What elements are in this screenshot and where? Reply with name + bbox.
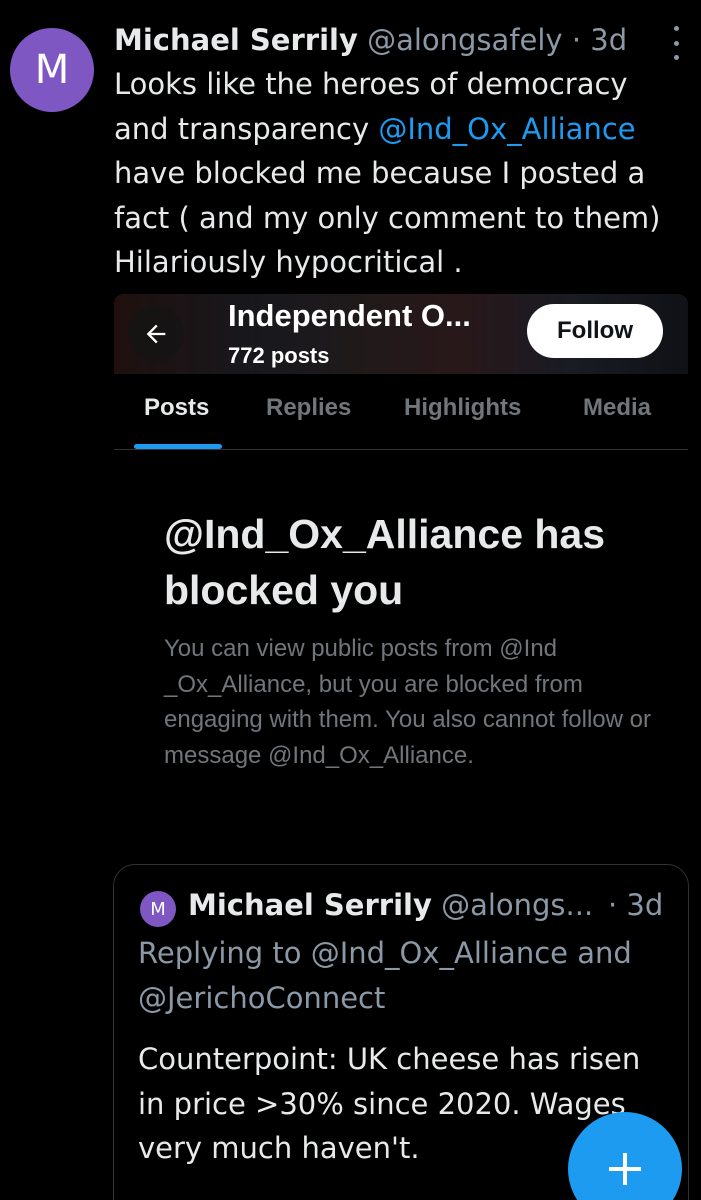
tab-replies: Replies — [266, 394, 352, 421]
blocked-title: @Ind_Ox_Alliance has blocked you — [164, 511, 606, 613]
quoted-avatar: M — [140, 891, 176, 927]
tweet-line: Looks like the heroes of democracy — [114, 67, 628, 101]
quoted-time: · 3d — [608, 888, 664, 922]
tweet-header: Michael Serrily @alongsafely · 3d — [114, 20, 654, 60]
attached-image[interactable]: Independent O... 772 posts Follow Posts … — [114, 294, 688, 799]
tweet-time[interactable]: 3d — [590, 23, 627, 57]
separator-dot: · — [571, 23, 582, 57]
author-handle[interactable]: @alongsafely — [367, 23, 563, 57]
quoted-author-handle: @alongs... — [441, 888, 594, 922]
tweet-line: and transparency @Ind_Ox_Alliance — [114, 107, 684, 152]
tweet-line: have blocked me because I posted a — [114, 156, 646, 190]
tweet-line: fact ( and my only comment to them) — [114, 200, 661, 235]
tab-indicator — [134, 444, 222, 449]
tab-media: Media — [583, 394, 652, 421]
tweet-line-text: and transparency — [114, 111, 379, 146]
tweet-line: Hilariously hypocritical . — [114, 245, 463, 279]
profile-name: Independent O... — [228, 298, 471, 333]
more-options-icon[interactable] — [671, 26, 681, 60]
avatar[interactable]: M — [10, 28, 94, 112]
quoted-author-name: Michael Serrily — [188, 888, 432, 922]
plus-icon — [609, 1153, 641, 1185]
replying-to: Replying to @Ind_Ox_Alliance and @Jerich… — [138, 936, 632, 1015]
tweet-text: Looks like the heroes of democracy and t… — [114, 62, 684, 285]
follow-button: Follow — [527, 304, 663, 358]
tab-highlights: Highlights — [404, 394, 522, 421]
mention-link[interactable]: @Ind_Ox_Alliance — [378, 112, 635, 146]
back-arrow-icon — [128, 306, 184, 362]
page: M Michael Serrily @alongsafely · 3d Look… — [0, 0, 701, 1200]
profile-tabs: Posts Replies Highlights Media — [114, 374, 688, 450]
profile-posts-count: 772 posts — [228, 343, 330, 368]
tab-posts: Posts — [144, 394, 210, 421]
author-name[interactable]: Michael Serrily — [114, 23, 358, 57]
quoted-header: Michael Serrily @alongs... · 3d — [188, 883, 678, 927]
blocked-description: You can view public posts from @Ind _Ox_… — [164, 635, 651, 769]
